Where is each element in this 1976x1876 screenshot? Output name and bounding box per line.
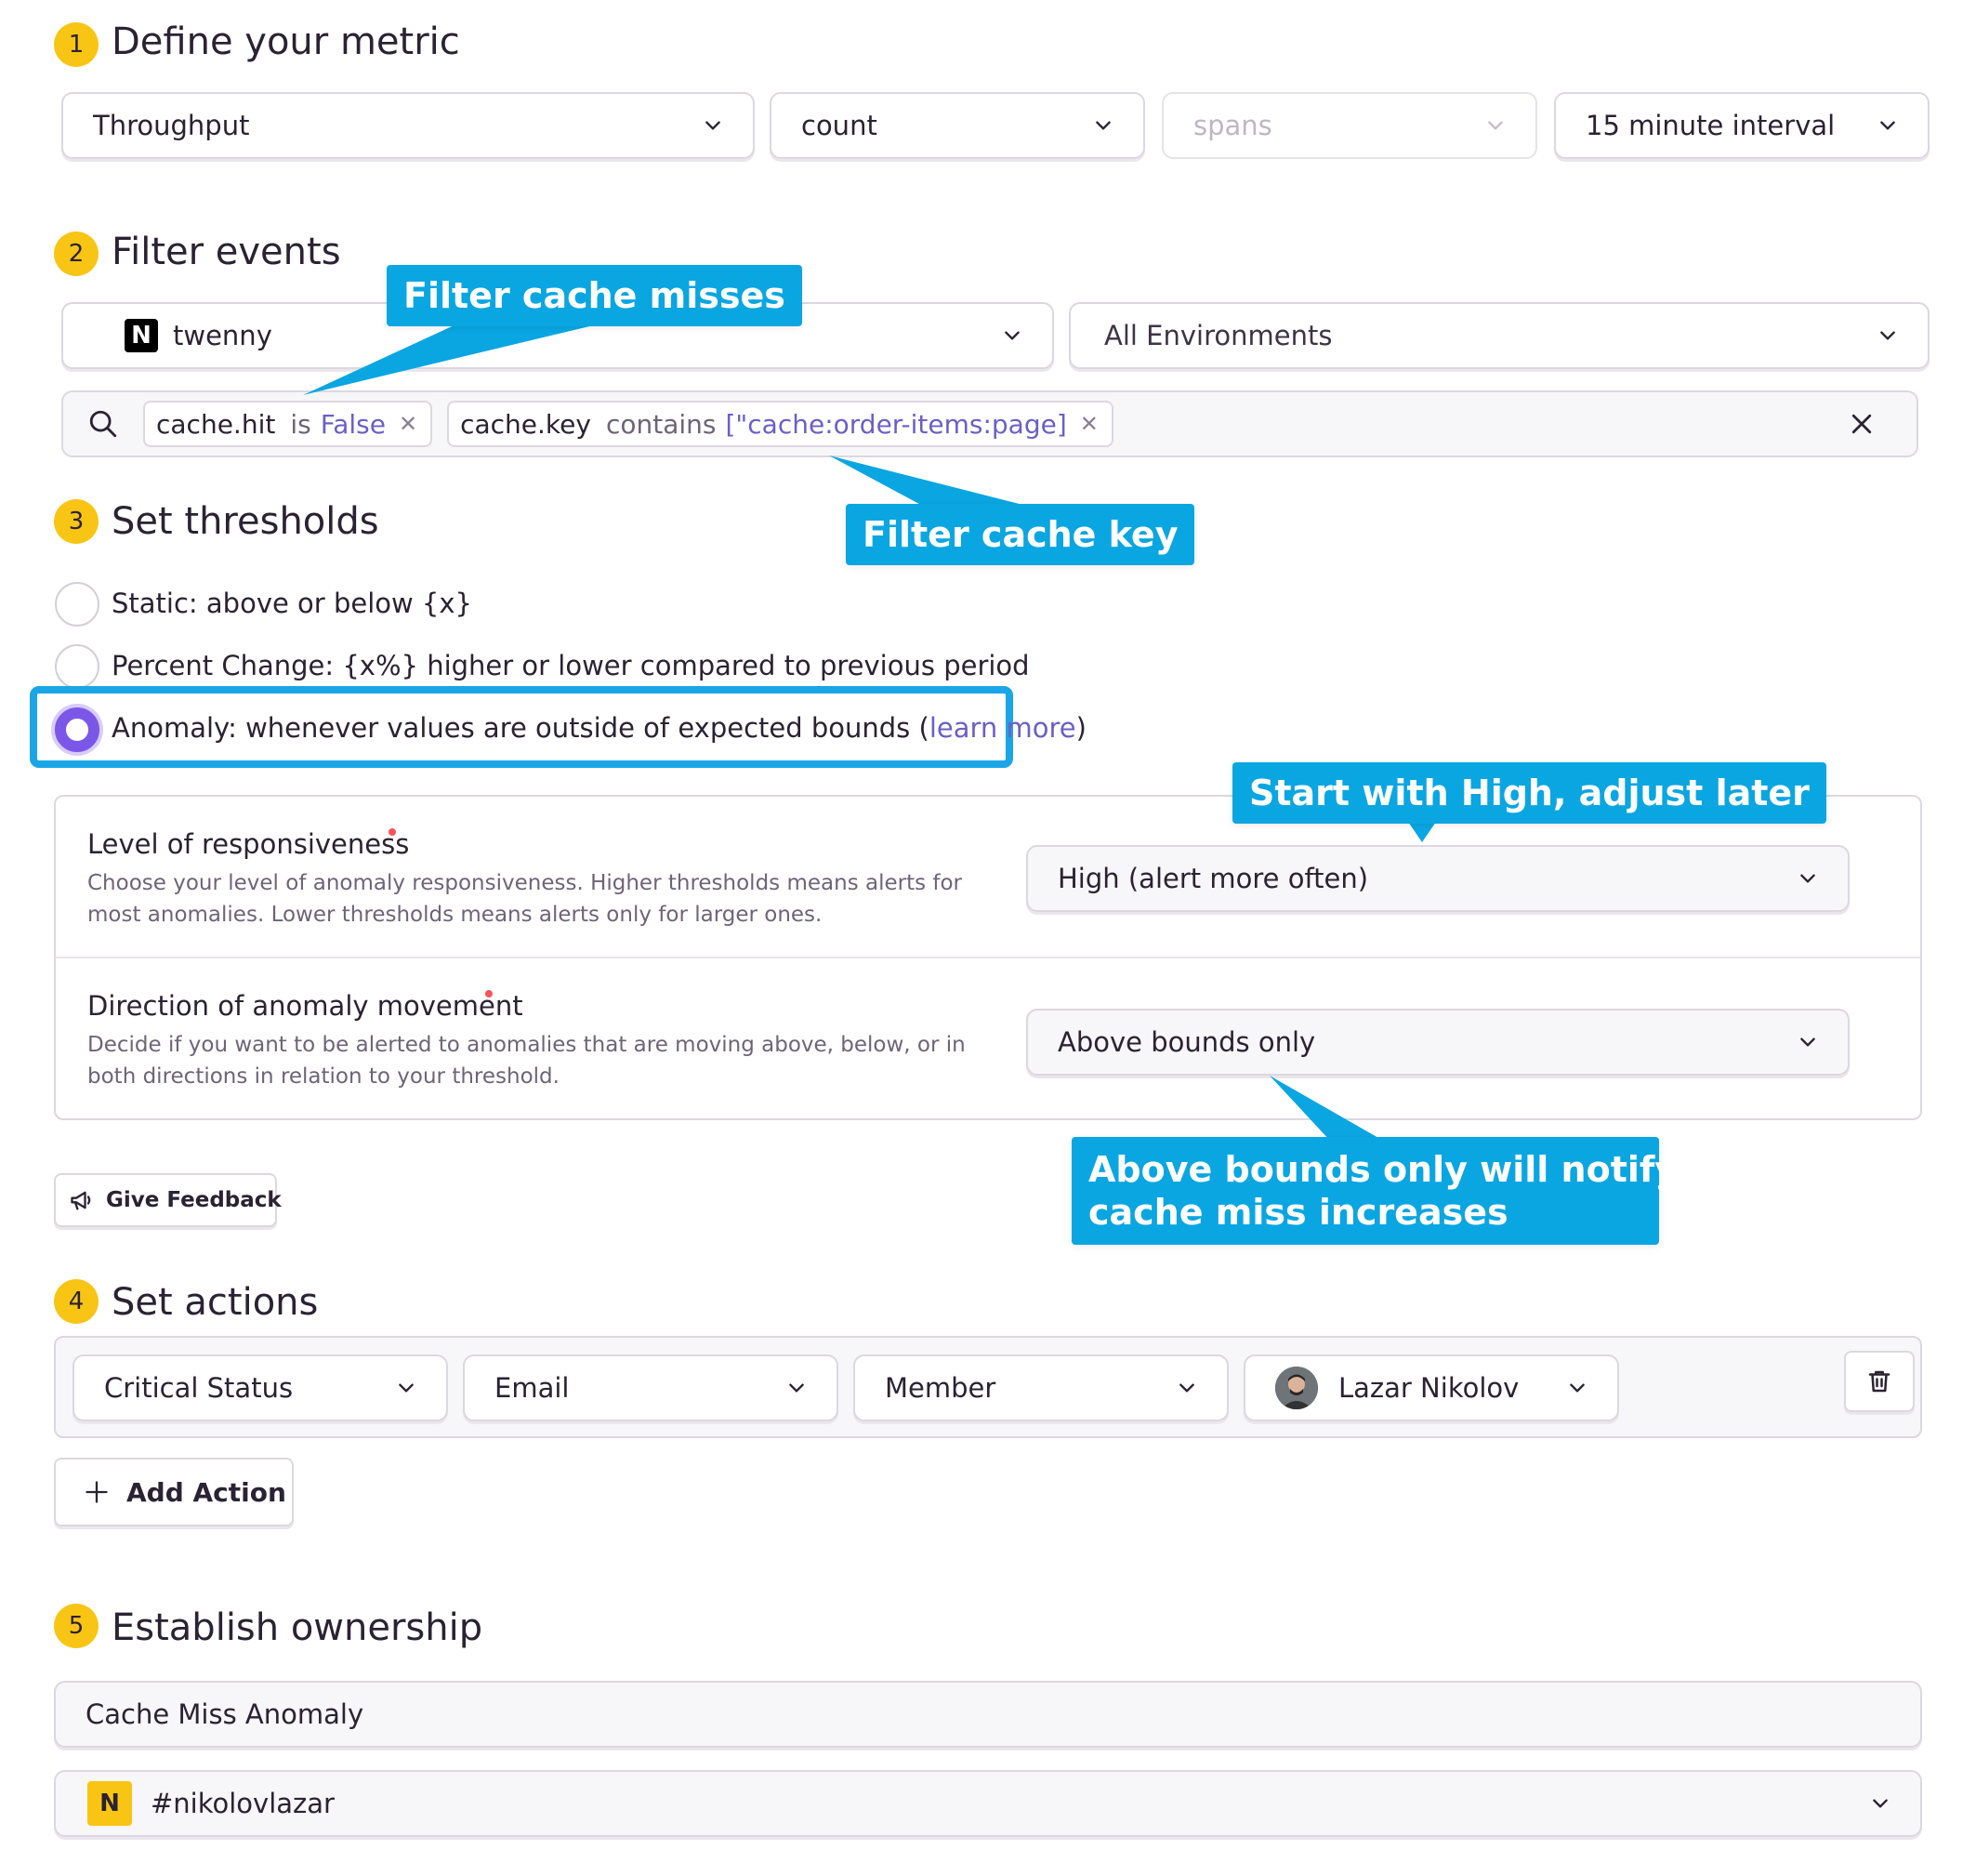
- callout-filter-misses: Filter cache misses: [387, 265, 802, 326]
- callout-above-bounds-line2: cache miss increases: [1088, 1192, 1508, 1233]
- callout-pointer-above-bounds: [1270, 1076, 1385, 1142]
- callout-pointer-start-high: [1408, 822, 1436, 842]
- callout-above-bounds: Above bounds only will notify on cache m…: [1072, 1137, 1740, 1245]
- callout-filter-key: Filter cache key: [846, 504, 1195, 565]
- callout-pointer-filter-misses: [303, 316, 632, 395]
- callout-pointer-filter-key: [829, 456, 1041, 509]
- callout-pointers: [303, 316, 1436, 1142]
- callout-start-high: Start with High, adjust later: [1232, 762, 1826, 824]
- callout-above-bounds-line1: Above bounds only will notify on: [1088, 1149, 1740, 1190]
